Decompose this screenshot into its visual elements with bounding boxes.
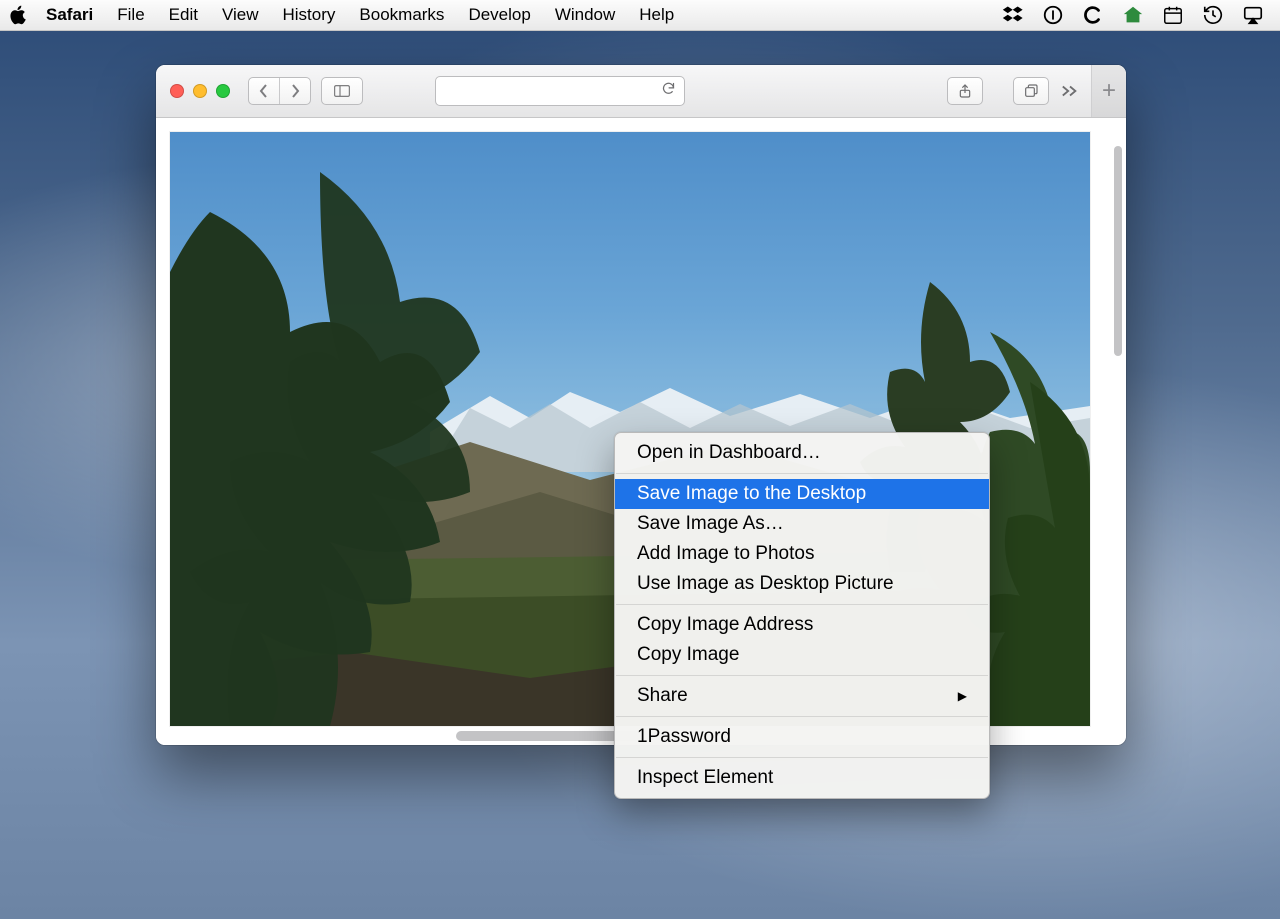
sidebar-button[interactable] — [321, 77, 363, 105]
menubar-extras — [1002, 4, 1280, 26]
ctx-separator — [616, 604, 988, 605]
menu-view[interactable]: View — [210, 5, 271, 25]
plus-icon: + — [1102, 77, 1116, 105]
menu-edit[interactable]: Edit — [157, 5, 210, 25]
vertical-scroll-thumb[interactable] — [1114, 146, 1122, 356]
ctx-separator — [616, 716, 988, 717]
ctx-open-in-dashboard[interactable]: Open in Dashboard… — [615, 438, 989, 468]
window-controls — [170, 84, 230, 98]
apple-menu[interactable] — [0, 5, 34, 25]
ctx-share-label: Share — [637, 685, 688, 707]
letter-c-menubar-icon[interactable] — [1082, 4, 1104, 26]
menu-bookmarks[interactable]: Bookmarks — [347, 5, 456, 25]
forward-button[interactable] — [279, 78, 310, 104]
menu-develop[interactable]: Develop — [456, 5, 542, 25]
submenu-arrow-icon: ▶ — [958, 689, 967, 703]
menu-history[interactable]: History — [271, 5, 348, 25]
ctx-inspect-element[interactable]: Inspect Element — [615, 763, 989, 793]
ctx-share-submenu[interactable]: Share ▶ — [615, 681, 989, 711]
app-menus: Safari File Edit View History Bookmarks … — [34, 5, 686, 25]
back-button[interactable] — [249, 78, 279, 104]
back-forward-buttons — [248, 77, 311, 105]
menu-app[interactable]: Safari — [34, 5, 105, 25]
reload-button[interactable] — [661, 81, 676, 101]
ctx-1password[interactable]: 1Password — [615, 722, 989, 752]
ctx-separator — [616, 675, 988, 676]
vertical-scrollbar[interactable] — [1113, 146, 1123, 506]
ctx-use-as-desktop-picture[interactable]: Use Image as Desktop Picture — [615, 569, 989, 599]
ctx-copy-image-address[interactable]: Copy Image Address — [615, 610, 989, 640]
time-machine-menubar-icon[interactable] — [1202, 4, 1224, 26]
url-field[interactable] — [435, 76, 685, 106]
ctx-copy-image[interactable]: Copy Image — [615, 640, 989, 670]
zoom-window-button[interactable] — [216, 84, 230, 98]
show-tabs-button[interactable] — [1013, 77, 1049, 105]
menu-help[interactable]: Help — [627, 5, 686, 25]
close-window-button[interactable] — [170, 84, 184, 98]
menu-window[interactable]: Window — [543, 5, 627, 25]
minimize-window-button[interactable] — [193, 84, 207, 98]
dropbox-menubar-icon[interactable] — [1002, 4, 1024, 26]
toolbar-overflow-button[interactable] — [1059, 84, 1081, 98]
desktop-background: Safari File Edit View History Bookmarks … — [0, 0, 1280, 919]
new-tab-button[interactable]: + — [1091, 65, 1126, 117]
safari-toolbar: + — [156, 65, 1126, 118]
apple-logo-icon — [9, 5, 26, 25]
mac-menubar: Safari File Edit View History Bookmarks … — [0, 0, 1280, 31]
ctx-add-image-to-photos[interactable]: Add Image to Photos — [615, 539, 989, 569]
ctx-save-image-as[interactable]: Save Image As… — [615, 509, 989, 539]
one-password-menubar-icon[interactable] — [1042, 4, 1064, 26]
home-menubar-icon[interactable] — [1122, 4, 1144, 26]
ctx-save-image-to-desktop[interactable]: Save Image to the Desktop — [615, 479, 989, 509]
menu-file[interactable]: File — [105, 5, 156, 25]
airplay-menubar-icon[interactable] — [1242, 4, 1264, 26]
context-menu: Open in Dashboard… Save Image to the Des… — [614, 432, 990, 799]
ctx-separator — [616, 473, 988, 474]
share-button[interactable] — [947, 77, 983, 105]
calendar-menubar-icon[interactable] — [1162, 4, 1184, 26]
ctx-separator — [616, 757, 988, 758]
